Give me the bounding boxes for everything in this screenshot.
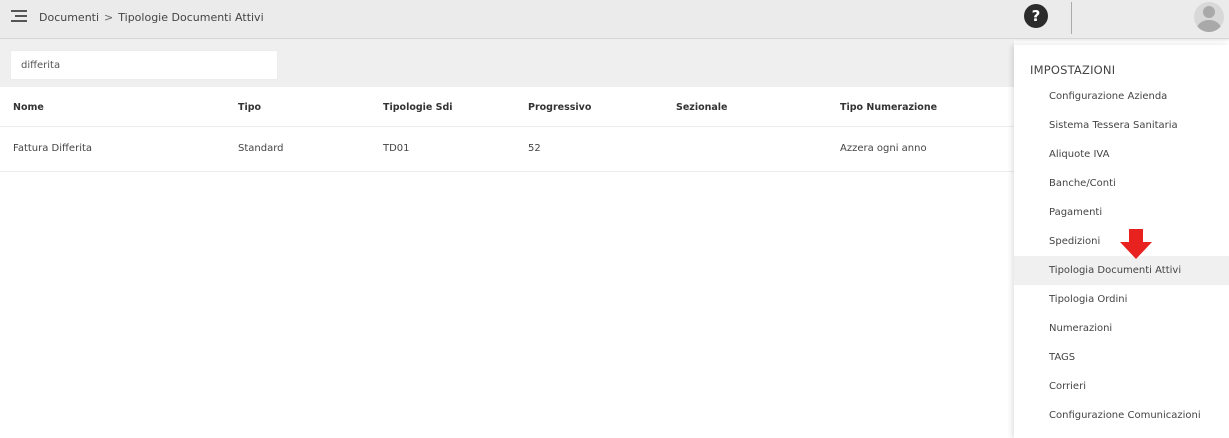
cell-progressivo: 52 — [528, 143, 541, 154]
column-header-tipologie-sdi[interactable]: Tipologie Sdi — [383, 102, 453, 113]
cell-nome: Fattura Differita — [13, 143, 93, 154]
column-header-tipo-numerazione[interactable]: Tipo Numerazione — [840, 102, 937, 113]
settings-item-pagamenti[interactable]: Pagamenti — [1014, 198, 1229, 227]
settings-item-corrieri[interactable]: Corrieri — [1014, 372, 1229, 401]
breadcrumb-item-documenti[interactable]: Documenti — [39, 11, 99, 24]
search-input[interactable] — [10, 50, 278, 80]
settings-item-tipologia-documenti-attivi[interactable]: Tipologia Documenti Attivi — [1014, 256, 1229, 285]
settings-item-configurazione-comunicazioni[interactable]: Configurazione Comunicazioni — [1014, 401, 1229, 430]
settings-item-numerazioni[interactable]: Numerazioni — [1014, 314, 1229, 343]
red-arrow-down-icon — [1120, 229, 1152, 259]
user-avatar-icon[interactable] — [1194, 2, 1224, 32]
cell-tipologie-sdi: TD01 — [383, 143, 410, 154]
top-bar: Documenti > Tipologie Documenti Attivi ? — [0, 0, 1229, 39]
cell-tipo-numerazione: Azzera ogni anno — [840, 143, 927, 154]
settings-item-configurazione-azienda[interactable]: Configurazione Azienda — [1014, 82, 1229, 111]
breadcrumb: Documenti > Tipologie Documenti Attivi — [39, 11, 264, 24]
settings-item-aliquote-iva[interactable]: Aliquote IVA — [1014, 140, 1229, 169]
column-header-tipo[interactable]: Tipo — [238, 102, 261, 113]
column-header-sezionale[interactable]: Sezionale — [676, 102, 727, 113]
breadcrumb-separator: > — [104, 11, 114, 24]
settings-panel-title: IMPOSTAZIONI — [1030, 63, 1116, 77]
search-bar — [0, 39, 1014, 87]
table-header: Nome Tipo Tipologie Sdi Progressivo Sezi… — [0, 90, 1014, 127]
settings-item-tipologia-ordini[interactable]: Tipologia Ordini — [1014, 285, 1229, 314]
table-row[interactable]: Fattura Differita Standard TD01 52 Azzer… — [0, 127, 1014, 172]
column-header-progressivo[interactable]: Progressivo — [528, 102, 591, 113]
documents-table: Nome Tipo Tipologie Sdi Progressivo Sezi… — [0, 90, 1014, 172]
settings-item-tags[interactable]: TAGS — [1014, 343, 1229, 372]
settings-item-banche-conti[interactable]: Banche/Conti — [1014, 169, 1229, 198]
help-icon[interactable]: ? — [1024, 4, 1048, 28]
cell-tipo: Standard — [238, 143, 284, 154]
settings-item-sistema-tessera-sanitaria[interactable]: Sistema Tessera Sanitaria — [1014, 111, 1229, 140]
hamburger-menu-icon[interactable] — [11, 10, 27, 24]
breadcrumb-item-current: Tipologie Documenti Attivi — [118, 11, 264, 24]
header-divider — [1071, 2, 1072, 34]
column-header-nome[interactable]: Nome — [13, 102, 44, 113]
